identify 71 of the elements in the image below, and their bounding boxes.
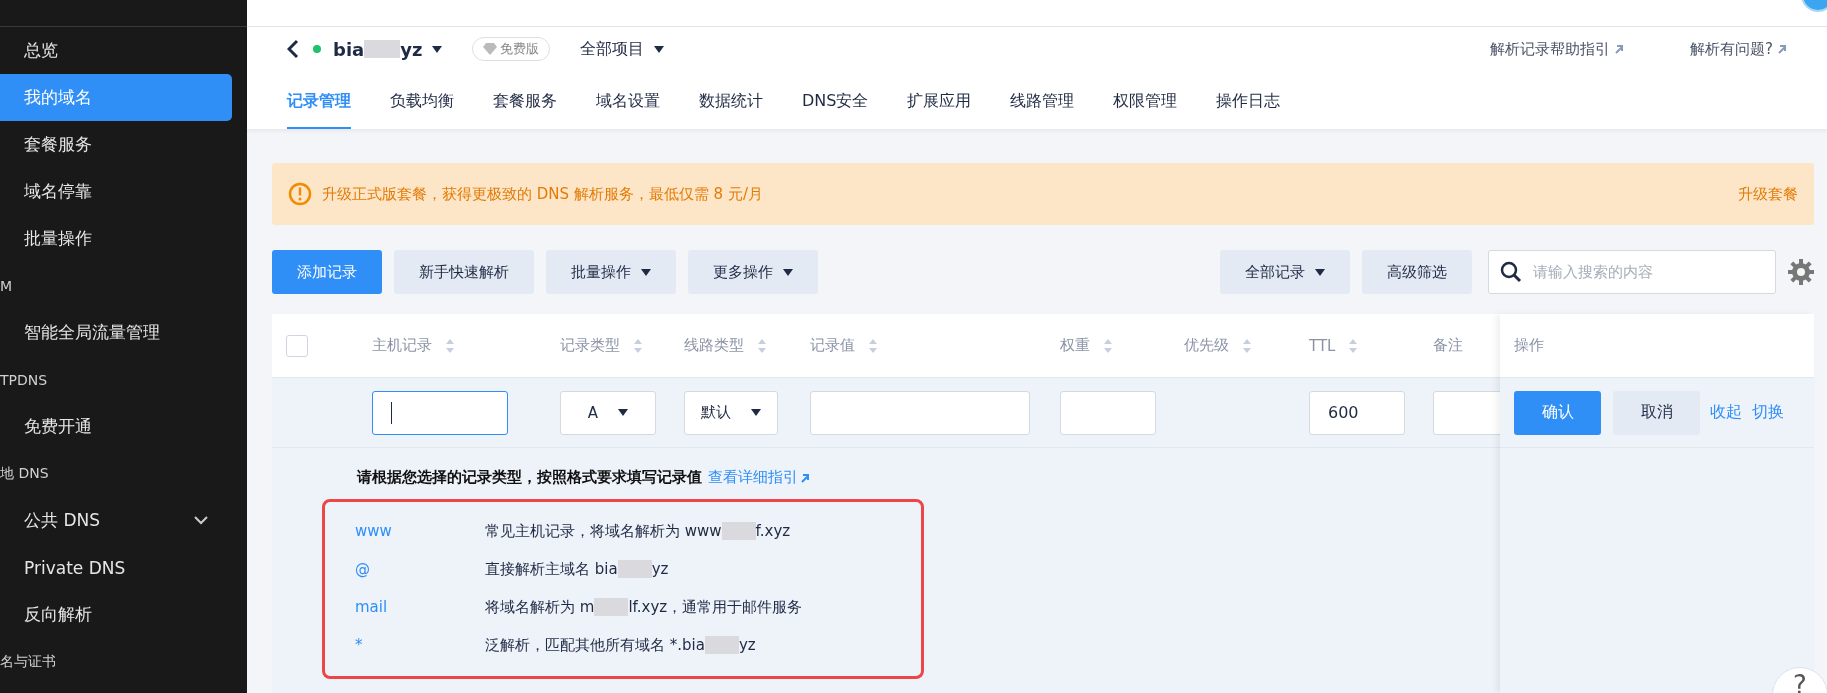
settings-icon[interactable] (1788, 259, 1814, 285)
tab[interactable]: 域名设置 (596, 71, 660, 129)
example-host: @ (355, 560, 371, 578)
sort-icon (446, 338, 454, 353)
banner-text: 升级正式版套餐，获得更极致的 DNS 解析服务，最低仅需 8 元/月 (322, 184, 763, 204)
sidebar-group-label: 名与证书 (0, 651, 57, 671)
example-host: www (355, 522, 393, 540)
sidebar-group-label: TPDNS (0, 370, 49, 390)
select-field[interactable]: 默认 (684, 390, 778, 435)
toolbar-button[interactable]: 新手快速解析 (394, 250, 534, 294)
input-field[interactable] (372, 390, 508, 435)
caret-icon (751, 409, 761, 416)
external-link-icon (800, 472, 810, 483)
caret-icon (654, 45, 665, 53)
hint-title: 请根据您选择的记录类型，按照格式要求填写记录值 (357, 468, 702, 487)
select-all-checkbox[interactable] (286, 334, 308, 357)
help-link[interactable]: 解析记录帮助指引 (1490, 39, 1625, 59)
sidebar-item[interactable]: 免费开通 (0, 403, 232, 450)
example-host: * (355, 636, 364, 654)
caret-icon (641, 268, 651, 276)
example-description: 泛解析，匹配其他所有域名 *.bia yz (485, 635, 756, 655)
back-icon[interactable] (287, 39, 299, 59)
sidebar-item[interactable]: 域名停靠 (0, 168, 232, 215)
search-icon (1500, 261, 1522, 283)
project-dropdown[interactable]: 全部项目 (580, 38, 665, 60)
sidebar-group-label: 地 DNS (0, 463, 50, 483)
sidebar-item[interactable]: 批量操作 (0, 215, 232, 262)
tab[interactable]: 权限管理 (1113, 71, 1178, 129)
example-host: mail (355, 598, 389, 616)
caret-icon (618, 409, 629, 416)
input-field[interactable]: 600 (1309, 390, 1405, 435)
domain-name[interactable]: bia yz (333, 38, 423, 60)
external-link-icon (1777, 44, 1787, 54)
sidebar-item[interactable]: Private DNS (0, 544, 232, 591)
toolbar-button[interactable]: 全部记录 (1220, 250, 1350, 294)
sort-icon (869, 338, 877, 353)
toolbar-button[interactable]: 高级筛选 (1362, 250, 1472, 294)
caret-icon (783, 268, 793, 276)
example-description: 直接解析主域名 bia yz (485, 559, 669, 579)
chevron-down-icon (194, 516, 208, 525)
sidebar-item[interactable]: 总览 (0, 27, 232, 74)
caret-icon (1315, 268, 1325, 276)
external-link-icon (1614, 44, 1625, 54)
sort-icon (758, 338, 766, 353)
search-field[interactable]: 请输入搜索的内容 (1488, 250, 1776, 294)
sidebar-group-label: M (0, 276, 14, 296)
sidebar-item[interactable]: 反向解析 (0, 591, 232, 638)
sort-icon (1349, 338, 1358, 353)
tab[interactable]: 数据统计 (699, 71, 763, 129)
sort-icon (1104, 338, 1112, 353)
select-field[interactable]: A (560, 390, 656, 435)
sort-icon (1243, 338, 1251, 353)
diamond-icon (483, 43, 498, 55)
toolbar-button[interactable]: 批量操作 (546, 250, 676, 294)
sidebar-item[interactable]: 智能全局流量管理 (0, 309, 232, 356)
sidebar-item[interactable]: 套餐服务 (0, 121, 232, 168)
example-description: 将域名解析为 m lf.xyz，通常用于邮件服务 (485, 597, 803, 617)
action-button[interactable]: 取消 (1613, 390, 1700, 435)
toolbar-button[interactable]: 更多操作 (688, 250, 818, 294)
tab[interactable]: 套餐服务 (493, 71, 557, 129)
tab[interactable]: 负载均衡 (390, 71, 454, 129)
sort-icon (634, 338, 642, 353)
sidebar-item[interactable]: 公共 DNS (0, 497, 232, 544)
info-icon (288, 182, 312, 206)
tab[interactable]: 线路管理 (1010, 71, 1075, 129)
example-description: 常见主机记录，将域名解析为 www f.xyz (485, 521, 791, 541)
caret-icon (432, 45, 443, 53)
tab[interactable]: 操作日志 (1216, 71, 1281, 129)
tab[interactable]: 扩展应用 (907, 71, 972, 129)
tab[interactable]: DNS安全 (802, 71, 869, 129)
help-link[interactable]: 解析有问题? (1690, 39, 1787, 59)
